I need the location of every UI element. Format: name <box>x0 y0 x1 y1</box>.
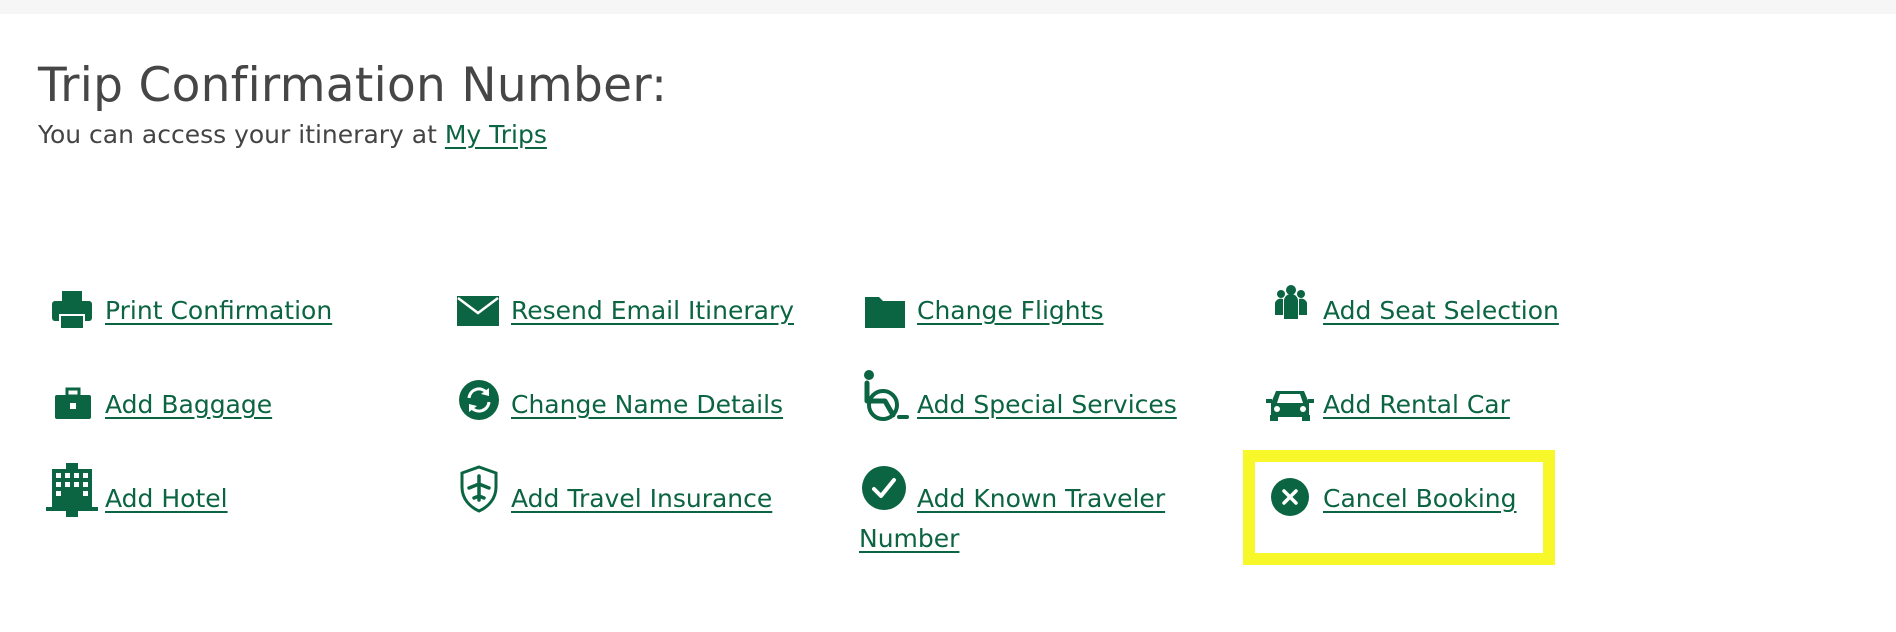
page-title: Trip Confirmation Number: <box>38 58 668 113</box>
refresh-icon <box>458 379 500 421</box>
itinerary-hint: You can access your itinerary at My Trip… <box>38 118 547 152</box>
folder-icon <box>864 293 906 329</box>
add-travel-insurance-link[interactable]: Add Travel Insurance <box>511 479 772 519</box>
resend-email-link[interactable]: Resend Email Itinerary <box>511 291 794 331</box>
add-hotel-link[interactable]: Add Hotel <box>105 479 228 519</box>
car-icon <box>1266 385 1314 421</box>
print-confirmation-link[interactable]: Print Confirmation <box>105 291 332 331</box>
briefcase-icon <box>54 387 92 421</box>
envelope-icon <box>456 295 500 327</box>
cancel-booking-link[interactable]: Cancel Booking <box>1323 479 1517 519</box>
add-known-traveler-link[interactable]: Add Known Traveler Number <box>859 479 1189 559</box>
itinerary-hint-text: You can access your itinerary at <box>38 120 445 149</box>
hotel-building-icon <box>46 463 98 517</box>
check-circle-icon <box>861 465 907 511</box>
add-seat-selection-link[interactable]: Add Seat Selection <box>1323 291 1559 331</box>
change-flights-link[interactable]: Change Flights <box>917 291 1103 331</box>
add-special-services-link[interactable]: Add Special Services <box>917 385 1177 425</box>
add-known-traveler-action[interactable]: Add Known Traveler Number <box>859 466 1199 559</box>
change-name-link[interactable]: Change Name Details <box>511 385 783 425</box>
add-baggage-link[interactable]: Add Baggage <box>105 385 272 425</box>
my-trips-link[interactable]: My Trips <box>445 120 547 149</box>
wheelchair-icon <box>859 369 911 423</box>
printer-icon <box>50 289 94 333</box>
add-rental-car-link[interactable]: Add Rental Car <box>1323 385 1510 425</box>
close-circle-icon <box>1270 477 1310 517</box>
shield-plane-icon <box>459 465 499 513</box>
top-bar <box>0 0 1896 14</box>
people-group-icon <box>1273 283 1309 323</box>
